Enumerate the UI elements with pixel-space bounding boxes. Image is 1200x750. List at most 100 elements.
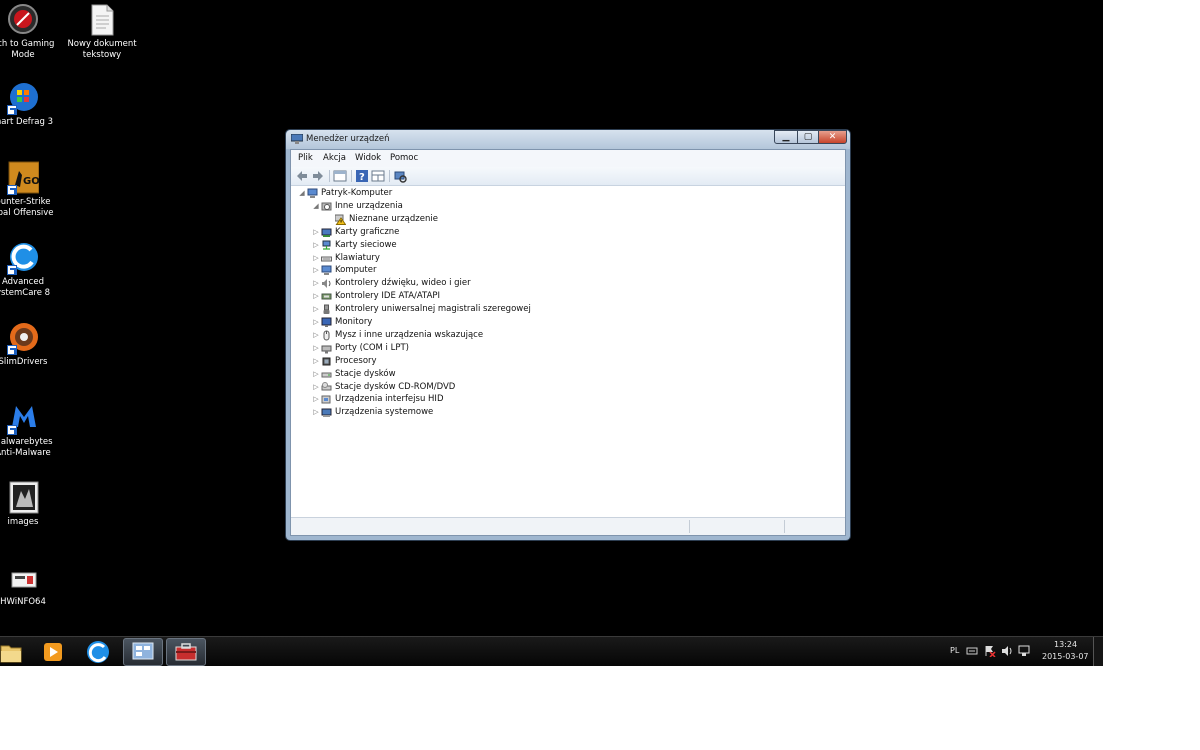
network-icon[interactable]: [1018, 645, 1030, 657]
folder-icon: [0, 645, 22, 663]
monitor-icon: [321, 317, 332, 327]
expand-arrow-icon[interactable]: ▷: [312, 368, 320, 381]
tree-item[interactable]: ▷ Kontrolery IDE ATA/ATAPI: [291, 290, 845, 303]
scan-hardware-icon[interactable]: [393, 169, 407, 183]
tree-item[interactable]: ◢ Inne urządzenia: [291, 200, 845, 213]
desktop-icon-slimdrivers[interactable]: SlimDrivers: [0, 321, 58, 368]
expand-arrow-icon[interactable]: ▷: [312, 252, 320, 265]
desktop-icon-label: ounter-Strike obal Offensive: [0, 197, 54, 218]
expand-arrow-icon[interactable]: ▷: [312, 329, 320, 342]
forward-icon[interactable]: [311, 169, 325, 183]
language-indicator[interactable]: PL: [950, 646, 959, 655]
expand-arrow-icon[interactable]: ▷: [312, 355, 320, 368]
minimize-button[interactable]: ▁: [774, 130, 798, 144]
clock-time[interactable]: 13:24: [1054, 640, 1077, 649]
desktop-icon-smart-defrag[interactable]: mart Defrag 3: [0, 81, 58, 128]
desktop-icon-hwinfo64[interactable]: HWiNFO64: [0, 561, 58, 608]
tree-item[interactable]: ▷ Stacje dysków CD-ROM/DVD: [291, 381, 845, 394]
shortcut-arrow-icon: [7, 265, 17, 275]
tree-item-label: Stacje dysków CD-ROM/DVD: [335, 381, 456, 392]
action-center-flag-icon[interactable]: [984, 645, 996, 657]
volume-icon[interactable]: [1001, 645, 1013, 657]
show-desktop-button[interactable]: [1093, 637, 1103, 666]
desktop-icon-label: images: [7, 517, 39, 527]
properties-view-icon[interactable]: [333, 169, 347, 183]
desktop-icon-label: HWiNFO64: [0, 597, 46, 607]
tree-item-label: Procesory: [335, 355, 377, 366]
expand-arrow-icon[interactable]: ▷: [312, 316, 320, 329]
tree-item[interactable]: ▷ Porty (COM i LPT): [291, 342, 845, 355]
help-icon[interactable]: ?: [355, 169, 369, 183]
expand-arrow-icon[interactable]: ▷: [312, 239, 320, 252]
usb-icon: [323, 304, 330, 315]
display-adapter-icon: [321, 228, 332, 237]
maximize-button[interactable]: ▢: [797, 130, 819, 144]
tree-item[interactable]: ▷ Monitory: [291, 316, 845, 329]
expand-arrow-icon[interactable]: ▷: [312, 264, 320, 277]
taskbar-systemcare-button[interactable]: [82, 638, 122, 666]
computer-icon: [321, 265, 332, 276]
svg-text:?: ?: [359, 172, 365, 183]
tree-item-label: Stacje dysków: [335, 368, 396, 379]
clock-date[interactable]: 2015-03-07: [1042, 652, 1089, 661]
collapse-arrow-icon[interactable]: ◢: [312, 200, 320, 213]
advanced-systemcare-icon: [87, 641, 109, 663]
other-devices-icon: [321, 202, 332, 211]
device-manager-window: Menedżer urządzeń ▁ ▢ ✕ Plik Akcja Widok…: [285, 129, 851, 541]
expand-arrow-icon[interactable]: ▷: [312, 277, 320, 290]
back-icon[interactable]: [295, 169, 309, 183]
taskbar-explorer-button[interactable]: [0, 638, 32, 666]
tree-item-label: Urządzenia systemowe: [335, 407, 434, 418]
menu-help[interactable]: Pomoc: [390, 153, 418, 163]
tree-item[interactable]: Nieznane urządzenie: [291, 213, 845, 226]
expand-arrow-icon[interactable]: ▷: [312, 406, 320, 419]
menu-view[interactable]: Widok: [355, 153, 381, 163]
smart-defrag-icon: [7, 81, 39, 115]
tree-item[interactable]: ▷ Kontrolery uniwersalnej magistrali szer…: [291, 303, 845, 316]
desktop-icon-counter-strike[interactable]: GO ounter-Strike obal Offensive: [0, 161, 58, 219]
window-titlebar[interactable]: Menedżer urządzeń: [286, 130, 850, 149]
desktop-icon-text-document[interactable]: Nowy dokument tekstowy: [67, 3, 137, 61]
taskbar: PL 13:24 2015-03-07: [0, 636, 1103, 666]
menu-file[interactable]: Plik: [298, 153, 313, 163]
tree-item[interactable]: ▷ Klawiatury: [291, 252, 845, 265]
tree-item[interactable]: ▷ Kontrolery dźwięku, wideo i gier: [291, 277, 845, 290]
tree-item-label: Karty sieciowe: [335, 239, 397, 250]
desktop-icon-advanced-systemcare[interactable]: Advanced ystemCare 8: [0, 241, 58, 299]
view-grid-icon[interactable]: [371, 169, 385, 183]
tree-item[interactable]: ▷ Karty sieciowe: [291, 239, 845, 252]
device-tree: ◢ Patryk-Komputer ◢ Inne urządzenia Nieznane…: [291, 186, 845, 518]
expand-arrow-icon[interactable]: ▷: [312, 303, 320, 316]
expand-arrow-icon[interactable]: ▷: [312, 226, 320, 239]
media-player-icon: [44, 643, 62, 661]
tree-item[interactable]: ▷ Mysz i inne urządzenia wskazujące: [291, 329, 845, 342]
tree-item[interactable]: ◢ Patryk-Komputer: [291, 187, 845, 200]
desktop-icon-images[interactable]: images: [0, 481, 58, 528]
tree-item[interactable]: ▷ Urządzenia systemowe: [291, 406, 845, 419]
collapse-arrow-icon[interactable]: ◢: [298, 187, 306, 200]
tree-item[interactable]: ▷ Stacje dysków: [291, 368, 845, 381]
tree-item[interactable]: ▷ Urządzenia interfejsu HID: [291, 393, 845, 406]
taskbar-device-manager-button[interactable]: [166, 638, 206, 666]
control-panel-icon: [132, 642, 154, 660]
expand-arrow-icon[interactable]: ▷: [312, 342, 320, 355]
counter-strike-icon: GO: [7, 161, 40, 195]
menu-action[interactable]: Akcja: [323, 153, 346, 163]
tree-item[interactable]: ▷ Komputer: [291, 264, 845, 277]
tree-item-label: Mysz i inne urządzenia wskazujące: [335, 329, 484, 340]
tree-item[interactable]: ▷ Procesory: [291, 355, 845, 368]
expand-arrow-icon[interactable]: ▷: [312, 290, 320, 303]
tree-item[interactable]: ▷ Karty graficzne: [291, 226, 845, 239]
desktop-icon-malwarebytes[interactable]: Malwarebytes Anti-Malware: [0, 401, 58, 459]
expand-arrow-icon[interactable]: ▷: [312, 381, 320, 394]
desktop-icon-label: Advanced ystemCare 8: [0, 277, 51, 298]
close-button[interactable]: ✕: [818, 130, 847, 144]
toolbar-separator: [351, 170, 352, 182]
status-bar: [291, 517, 845, 535]
expand-arrow-icon[interactable]: ▷: [312, 393, 320, 406]
taskbar-control-panel-button[interactable]: [123, 638, 163, 666]
keyboard-tray-icon[interactable]: [966, 645, 978, 657]
desktop-icon-gaming-mode[interactable]: itch to Gaming Mode: [0, 3, 58, 61]
taskbar-media-player-button[interactable]: [38, 638, 78, 666]
toolbar: ?: [291, 167, 845, 186]
